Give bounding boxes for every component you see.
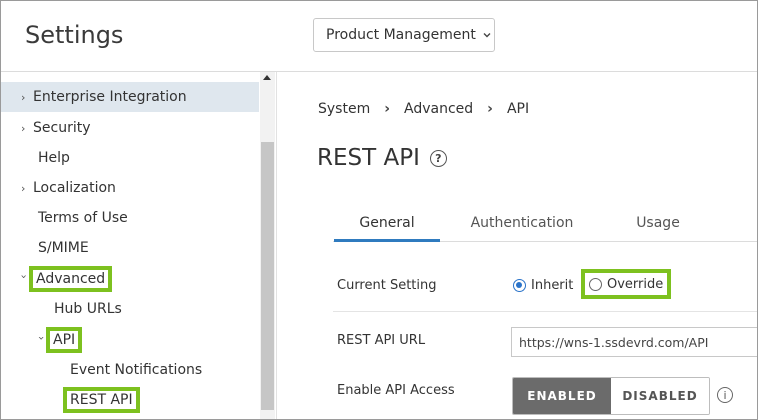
rest-api-url-input[interactable] bbox=[511, 327, 757, 357]
sidebar-item-hub-urls[interactable]: Hub URLs bbox=[54, 294, 122, 324]
radio-inherit-label: Inherit bbox=[531, 278, 574, 293]
sidebar-item-localization[interactable]: › Localization bbox=[21, 173, 116, 203]
sidebar-item-rest-api[interactable]: REST API bbox=[63, 385, 140, 415]
app-header: Settings Product Management bbox=[1, 1, 757, 72]
chevron-down-icon: › bbox=[35, 335, 48, 340]
rest-api-url-label: REST API URL bbox=[337, 333, 426, 348]
sidebar-item-label: Hub URLs bbox=[54, 301, 122, 317]
sidebar-item-label: Security bbox=[33, 120, 91, 136]
info-icon[interactable]: i bbox=[717, 387, 733, 403]
sidebar-item-advanced[interactable]: › Advanced bbox=[17, 264, 113, 294]
app-title: Settings bbox=[25, 21, 124, 49]
sidebar-nav: › Enterprise Integration › Security Help… bbox=[1, 72, 277, 419]
sidebar-item-api[interactable]: › API bbox=[35, 325, 83, 355]
scrollbar-thumb[interactable] bbox=[261, 142, 274, 410]
disabled-button[interactable]: DISABLED bbox=[611, 378, 709, 414]
breadcrumb-advanced[interactable]: Advanced bbox=[404, 101, 473, 117]
settings-window: Settings Product Management › Enterprise… bbox=[0, 0, 758, 420]
breadcrumb: System › Advanced › API bbox=[318, 101, 529, 117]
chevron-down-icon bbox=[483, 33, 491, 38]
enabled-button[interactable]: ENABLED bbox=[513, 378, 611, 414]
page-title: REST API ? bbox=[317, 145, 447, 171]
sidebar-item-label: Advanced bbox=[29, 266, 113, 292]
chevron-down-icon: › bbox=[17, 274, 31, 279]
chevron-right-icon: › bbox=[21, 90, 26, 104]
page-title-text: REST API bbox=[317, 145, 420, 171]
sidebar-item-smime[interactable]: S/MIME bbox=[38, 233, 89, 263]
enable-api-access-toggle: ENABLED DISABLED bbox=[512, 377, 710, 415]
help-icon[interactable]: ? bbox=[429, 149, 447, 167]
radio-inherit[interactable]: Inherit bbox=[513, 278, 573, 293]
chevron-right-icon: › bbox=[487, 101, 493, 117]
current-setting-label: Current Setting bbox=[337, 278, 437, 293]
sidebar-item-label: Event Notifications bbox=[70, 362, 203, 378]
radio-override-button[interactable] bbox=[589, 277, 602, 291]
enable-api-access-label: Enable API Access bbox=[337, 383, 455, 398]
sidebar-item-label: S/MIME bbox=[38, 240, 89, 256]
tab-bar: General Authentication Usage bbox=[333, 206, 757, 242]
breadcrumb-system[interactable]: System bbox=[318, 101, 370, 117]
radio-override-label: Override bbox=[607, 276, 664, 292]
chevron-right-icon: › bbox=[21, 121, 26, 135]
sidebar-item-label: Help bbox=[38, 150, 70, 166]
breadcrumb-api: API bbox=[506, 101, 530, 117]
radio-inherit-button[interactable] bbox=[513, 279, 526, 292]
sidebar-item-security[interactable]: › Security bbox=[21, 113, 91, 143]
sidebar-item-label: API bbox=[46, 327, 83, 353]
sidebar-item-label: Enterprise Integration bbox=[33, 89, 187, 105]
sidebar-scrollbar[interactable] bbox=[260, 72, 275, 419]
tab-authentication[interactable]: Authentication bbox=[461, 206, 583, 239]
chevron-right-icon: › bbox=[384, 101, 390, 117]
product-select-value: Product Management bbox=[326, 27, 476, 43]
sidebar-item-terms-of-use[interactable]: Terms of Use bbox=[38, 203, 128, 233]
sidebar-item-label: Terms of Use bbox=[38, 210, 128, 226]
tab-general[interactable]: General bbox=[334, 206, 440, 242]
sidebar-item-enterprise-integration[interactable]: › Enterprise Integration bbox=[1, 82, 259, 112]
tab-usage[interactable]: Usage bbox=[613, 206, 703, 239]
product-select[interactable]: Product Management bbox=[313, 18, 495, 52]
sidebar-item-label: Localization bbox=[33, 180, 116, 196]
scroll-up-arrow-icon[interactable] bbox=[263, 75, 271, 80]
sidebar-item-event-notifications[interactable]: Event Notifications bbox=[70, 355, 202, 385]
sidebar-item-help[interactable]: Help bbox=[38, 143, 70, 173]
radio-override[interactable]: Override bbox=[581, 269, 672, 299]
sidebar-item-label: REST API bbox=[63, 387, 140, 413]
chevron-right-icon: › bbox=[21, 181, 26, 195]
